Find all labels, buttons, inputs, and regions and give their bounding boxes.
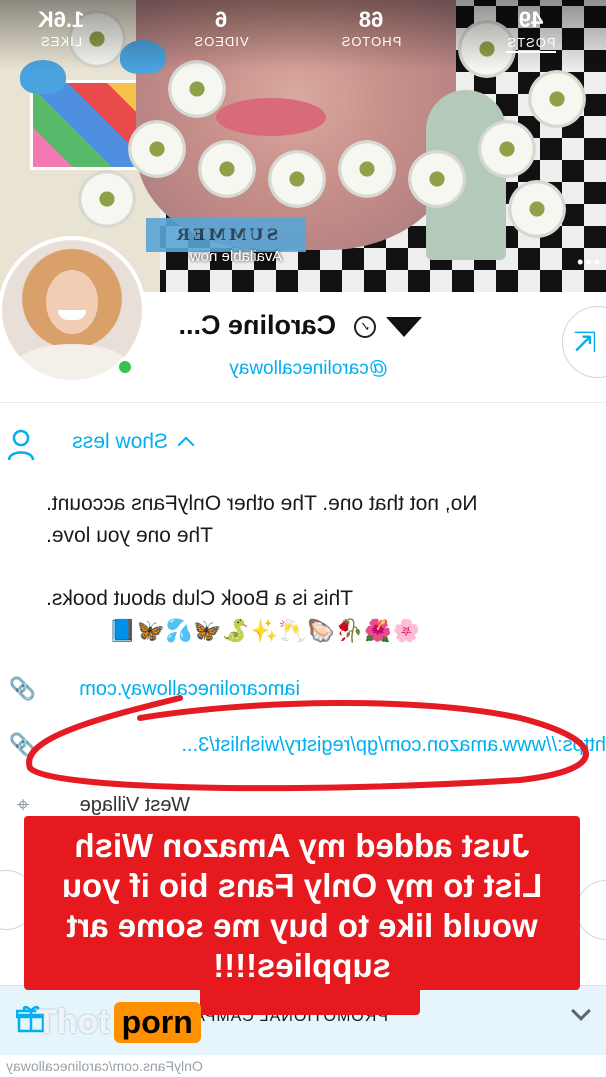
watermark-right: porn xyxy=(113,1001,201,1043)
bio-emoji-row: 🌸🌺🥀🦪🥂✨🐍🦋💦🦋📘 xyxy=(107,618,420,643)
stat-photos-value: 68 xyxy=(358,7,384,32)
flower-decoration xyxy=(198,140,256,198)
stat-likes[interactable]: 1.6K LIKES xyxy=(16,6,106,50)
section-divider xyxy=(0,402,606,403)
flower-decoration xyxy=(268,150,326,208)
stat-videos[interactable]: 6 VIDEOS xyxy=(176,6,266,50)
location-pin-icon: ⌖ xyxy=(16,792,30,817)
share-button[interactable]: ⇱ xyxy=(562,306,606,378)
flower-decoration xyxy=(128,120,186,178)
flower-decoration xyxy=(78,170,136,228)
website-link[interactable]: iamcarolinecalloway.com xyxy=(79,678,300,701)
profile-handle[interactable]: @carolinecalloway xyxy=(229,358,388,380)
caption-box: Just added my Amazon Wish List to my Onl… xyxy=(24,816,580,990)
bio-line: No, not that one. The other OnlyFans acc… xyxy=(46,492,478,515)
avatar-shirt xyxy=(12,344,132,380)
avatar-face xyxy=(46,270,98,334)
show-less-toggle[interactable]: Show less xyxy=(72,430,195,454)
flower-decoration xyxy=(478,120,536,178)
availability-status: Available now xyxy=(189,248,283,265)
settings-button[interactable] xyxy=(576,880,606,940)
online-status-dot xyxy=(116,358,134,376)
bio-line: The one you love. xyxy=(46,524,213,547)
flower-decoration xyxy=(508,180,566,238)
bio-line: This is a Book Club about books. xyxy=(46,587,354,610)
caption-text: Just added my Amazon Wish List to my Onl… xyxy=(61,827,543,984)
site-watermark: Thot porn xyxy=(36,996,201,1048)
stat-likes-label: LIKES xyxy=(40,34,82,49)
link-icon: 🔗 xyxy=(8,676,36,701)
footer-url: OnlyFans.com/carolinecalloway xyxy=(6,1058,203,1074)
verified-badge-icon: ✓ xyxy=(354,316,376,338)
share-icon: ⇱ xyxy=(573,326,597,358)
stat-posts-label: POSTS xyxy=(506,35,556,53)
chevron-up-icon xyxy=(177,436,195,454)
stat-likes-value: 1.6K xyxy=(37,7,85,32)
banner-lips xyxy=(216,98,326,136)
stat-videos-label: VIDEOS xyxy=(193,34,249,49)
person-icon xyxy=(7,429,35,461)
stat-posts-value: 49 xyxy=(518,7,544,32)
banner-more-dots[interactable]: ••• xyxy=(575,252,600,273)
profile-name: Caroline C... xyxy=(178,310,336,340)
banner-summer-label: SUMMER xyxy=(146,218,306,252)
link-icon: 🔗 xyxy=(8,732,36,757)
black-triangle-icon xyxy=(386,317,422,337)
flower-decoration xyxy=(408,150,466,208)
watermark-left: Thot xyxy=(36,1002,110,1041)
flower-decoration xyxy=(528,70,586,128)
stat-photos[interactable]: 68 PHOTOS xyxy=(326,6,416,50)
wishlist-link[interactable]: https://www.amazon.com/gp/registry/wishl… xyxy=(181,734,606,757)
stat-posts[interactable]: 49 POSTS xyxy=(486,6,576,53)
stat-photos-label: PHOTOS xyxy=(340,34,402,49)
profile-name-row: ✓ xyxy=(354,310,430,344)
profile-stats: 49 POSTS 68 PHOTOS 6 VIDEOS 1.6K LIKES xyxy=(0,6,606,66)
stat-videos-value: 6 xyxy=(214,7,228,32)
location-text: West Village xyxy=(79,794,190,816)
flower-decoration xyxy=(338,140,396,198)
chevron-down-icon[interactable] xyxy=(571,1001,591,1021)
show-less-label: Show less xyxy=(72,430,168,453)
